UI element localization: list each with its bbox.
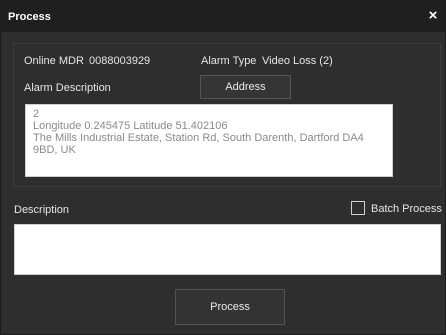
alarm-type-value: Video Loss (2) [262, 55, 333, 67]
online-mdr-value: 0088003929 [89, 55, 151, 67]
alarm-description-field[interactable]: 2 Longitude 0.245475 Latitude 51.402106 … [25, 104, 393, 177]
title-bar: Process × [1, 1, 445, 32]
alarm-description-line: Longitude 0.245475 Latitude 51.402106 [33, 120, 228, 132]
batch-process-label[interactable]: Batch Process [371, 203, 442, 215]
alarm-type-label: Alarm Type [201, 55, 257, 67]
description-label: Description [14, 204, 70, 216]
address-button[interactable]: Address [200, 75, 291, 99]
alarm-description-line: 9BD, UK [33, 144, 76, 156]
close-icon[interactable]: × [425, 7, 441, 25]
process-button[interactable]: Process [175, 289, 285, 325]
batch-process-checkbox[interactable] [351, 201, 365, 215]
alarm-description-label: Alarm Description [24, 82, 111, 94]
description-field[interactable] [14, 224, 441, 275]
alarm-description-line: 2 [33, 108, 40, 120]
process-dialog: Process × Online MDR 0088003929 Alarm Ty… [0, 0, 446, 335]
online-mdr-label: Online MDR [24, 55, 84, 67]
window-title: Process [8, 11, 51, 23]
alarm-description-line: The Mills Industrial Estate, Station Rd,… [33, 132, 364, 144]
